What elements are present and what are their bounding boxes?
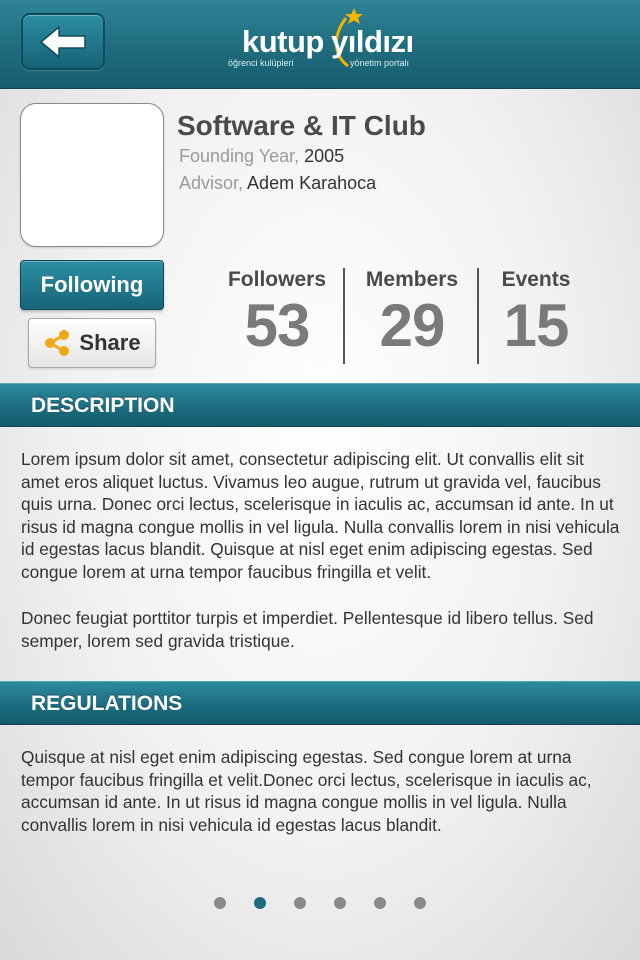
description-paragraph: Donec feugiat porttitor turpis et imperd… bbox=[21, 608, 594, 651]
logo-word-left: kutup bbox=[242, 24, 324, 59]
stat-label: Members bbox=[365, 268, 459, 291]
stat-value: 53 bbox=[244, 292, 311, 359]
stat-events[interactable]: Events 15 bbox=[488, 268, 584, 358]
founding-year: Founding Year, 2005 bbox=[179, 146, 344, 167]
page-indicator bbox=[0, 895, 640, 911]
page-dot[interactable] bbox=[334, 897, 346, 909]
arrow-left-icon bbox=[40, 25, 86, 58]
share-icon bbox=[45, 330, 70, 356]
club-name: Software & IT Club bbox=[177, 110, 426, 141]
description-header: DESCRIPTION bbox=[0, 383, 640, 427]
section-title: DESCRIPTION bbox=[31, 394, 175, 417]
page-dot[interactable] bbox=[414, 897, 426, 909]
advisor: Advisor, Adem Karahoca bbox=[179, 173, 376, 194]
page-dot[interactable] bbox=[214, 897, 226, 909]
stat-label: Events bbox=[501, 268, 571, 291]
stat-divider bbox=[343, 268, 345, 364]
stat-followers[interactable]: Followers 53 bbox=[220, 268, 334, 358]
regulations-paragraph: Quisque at nisl eget enim adipiscing ege… bbox=[21, 747, 592, 835]
page-dot[interactable] bbox=[374, 897, 386, 909]
section-title: REGULATIONS bbox=[31, 692, 183, 715]
app-logo: kutup yıldızı öğrenci kulüpleri yönetim … bbox=[228, 8, 428, 80]
back-button[interactable] bbox=[21, 13, 105, 70]
founding-year-value: 2005 bbox=[304, 146, 345, 166]
following-button[interactable]: Following bbox=[20, 260, 164, 310]
advisor-value: Adem Karahoca bbox=[247, 173, 377, 193]
logo-subtitle-right: yönetim portalı bbox=[350, 58, 410, 68]
club-avatar bbox=[20, 103, 164, 247]
stat-label: Followers bbox=[227, 268, 327, 291]
share-button[interactable]: Share bbox=[28, 318, 156, 368]
regulations-header: REGULATIONS bbox=[0, 681, 640, 725]
stat-divider bbox=[477, 268, 479, 364]
stat-members[interactable]: Members 29 bbox=[354, 268, 470, 358]
logo-subtitle-left: öğrenci kulüpleri bbox=[228, 58, 294, 68]
advisor-label: Advisor, bbox=[179, 173, 244, 193]
founding-year-label: Founding Year, bbox=[179, 146, 300, 166]
description-paragraph: Lorem ipsum dolor sit amet, consectetur … bbox=[21, 449, 620, 582]
page-dot[interactable] bbox=[294, 897, 306, 909]
stat-value: 29 bbox=[379, 292, 446, 359]
app-header: kutup yıldızı öğrenci kulüpleri yönetim … bbox=[0, 0, 640, 89]
logo-word-right: yıldızı bbox=[331, 24, 414, 59]
stat-value: 15 bbox=[503, 292, 570, 359]
page-dot[interactable] bbox=[254, 897, 266, 909]
share-label: Share bbox=[79, 330, 141, 355]
